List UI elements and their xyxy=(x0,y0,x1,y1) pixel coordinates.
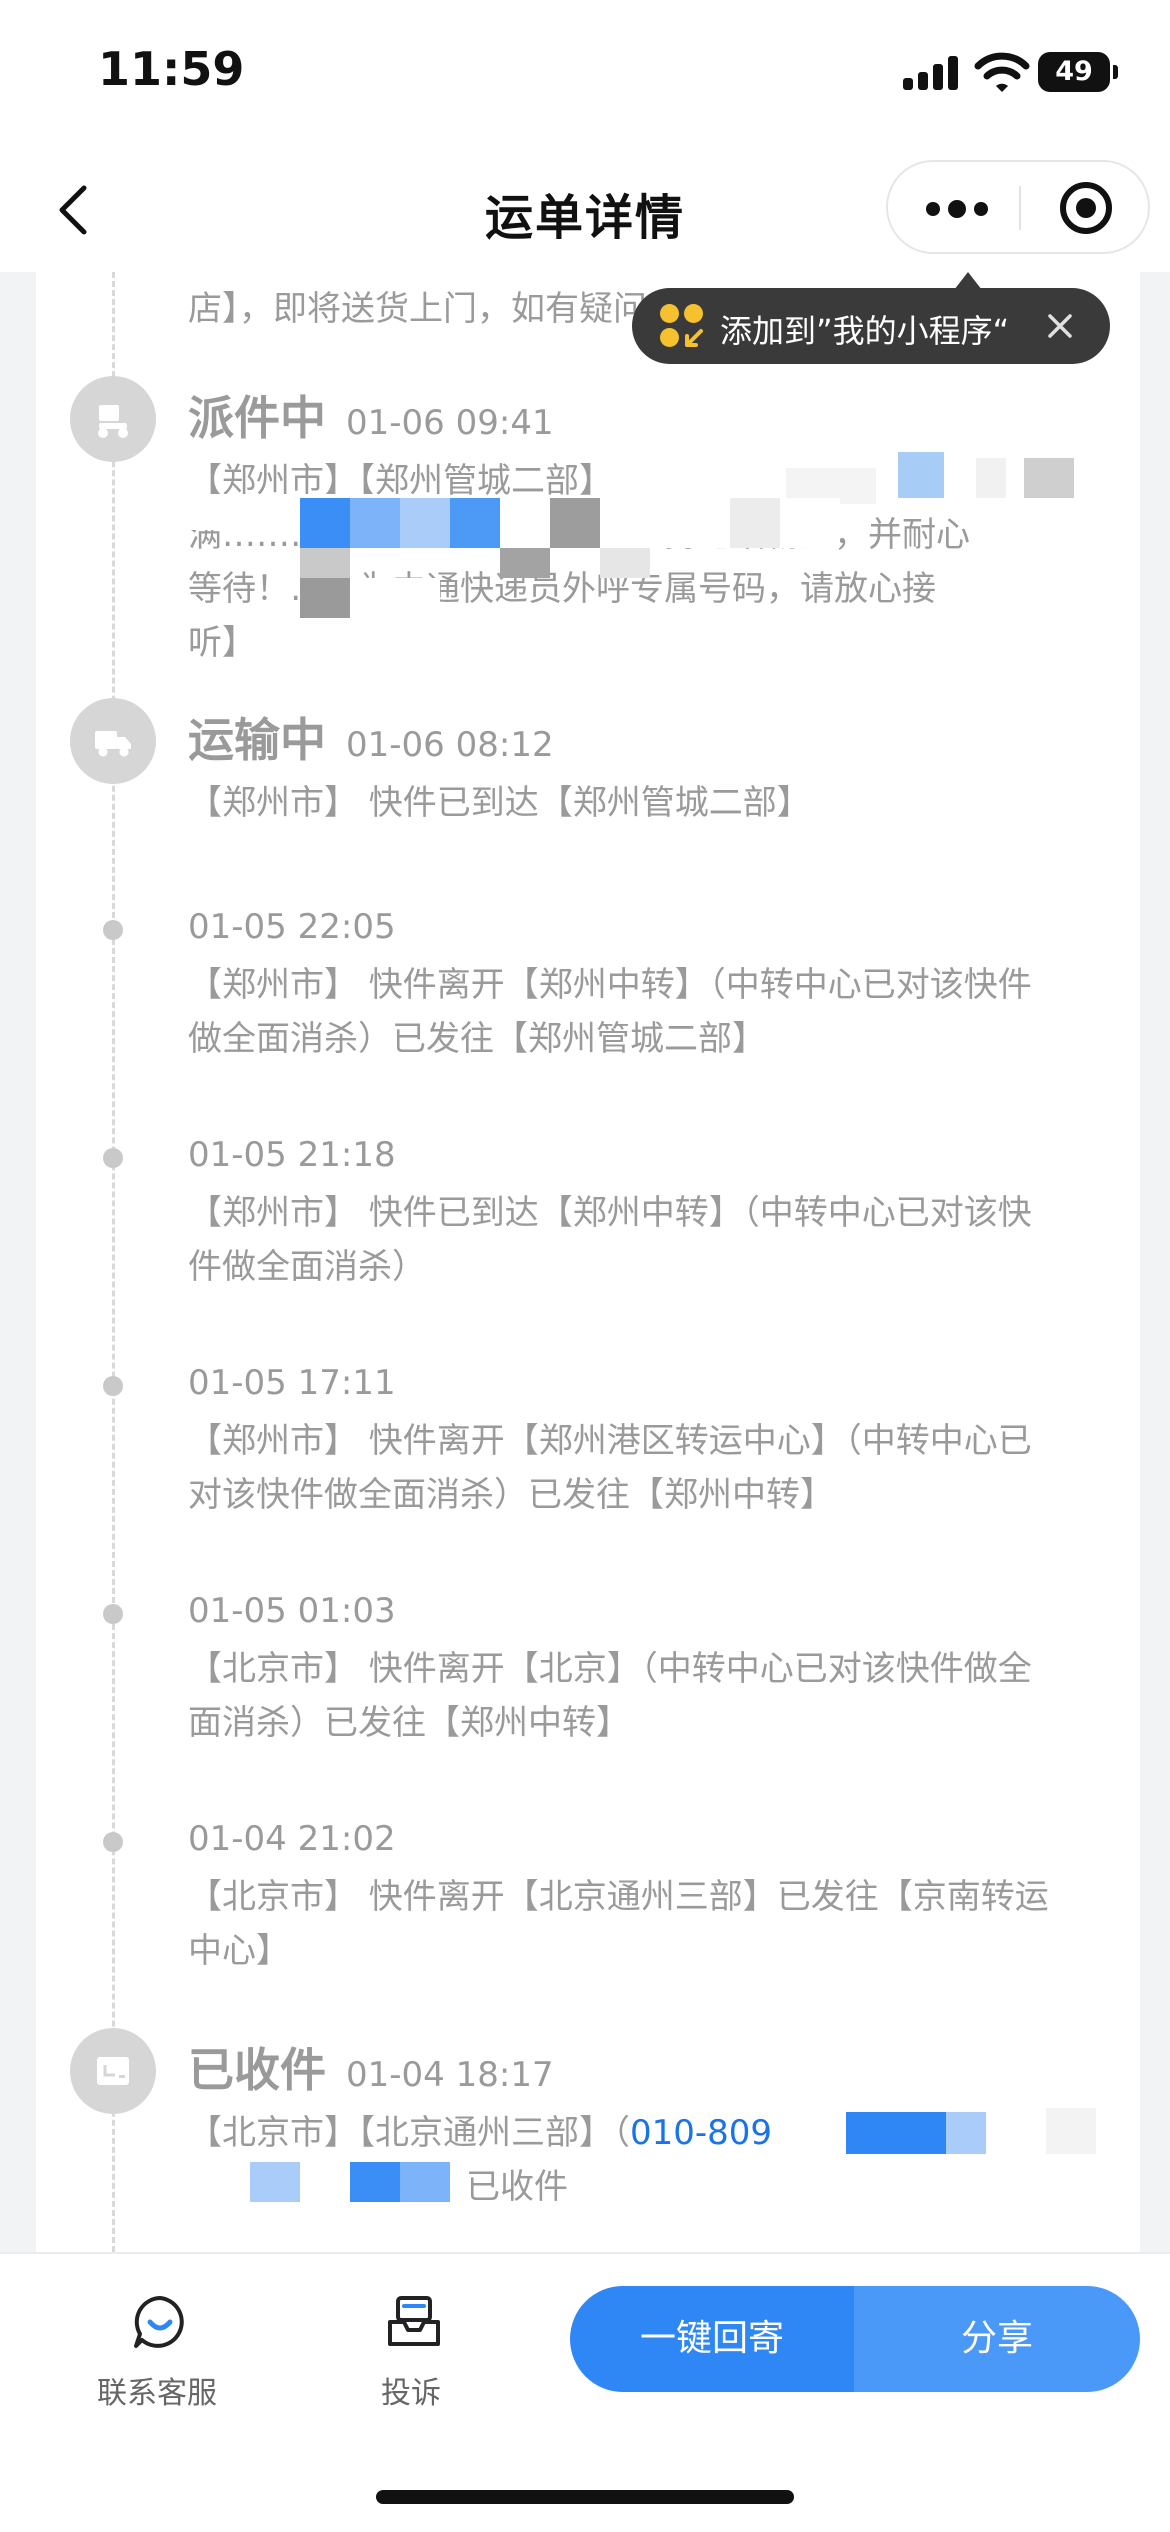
more-dots-icon[interactable] xyxy=(888,162,1020,252)
delivery-scooter-icon xyxy=(70,376,156,462)
parcel-received-icon xyxy=(70,2028,156,2114)
node-status: 已收件 xyxy=(188,2043,326,2097)
cellular-signal-icon xyxy=(903,56,959,90)
redaction-block xyxy=(300,498,350,548)
redaction-block xyxy=(976,458,1006,498)
node-status: 派件中 xyxy=(188,391,326,445)
redaction-block xyxy=(350,498,400,548)
redaction-block xyxy=(780,498,840,548)
redaction-block xyxy=(250,2162,300,2202)
timeline-node-transit: 运输中 01-06 08:12 【郑州市】 快件已到达【郑州管城二部】 xyxy=(188,704,1128,830)
timeline-dot xyxy=(103,1376,123,1396)
close-mini-program-icon[interactable] xyxy=(1020,162,1152,252)
mini-program-icon xyxy=(660,304,704,348)
tooltip-text: 添加到”我的小程序“ xyxy=(720,312,1010,350)
timeline-event: 01-05 22:05 【郑州市】 快件离开【郑州中转】（中转中心已对该快件 做… xyxy=(188,907,1032,1059)
tracking-card: 店】，即将送货上门，如有疑问请联系（17303861038） 派件中 01-06… xyxy=(36,272,1140,2252)
timeline-event: 01-05 21:18 【郑州市】 快件已到达【郑州中转】（中转中心已对该快 件… xyxy=(188,1135,1032,1287)
redaction-block xyxy=(450,498,500,548)
complaint-button[interactable]: 投诉 xyxy=(336,2284,486,2411)
redaction-block xyxy=(946,2112,986,2154)
redaction-block xyxy=(400,2162,450,2202)
redaction-block xyxy=(350,2162,400,2202)
node-detail: 【郑州市】 快件已到达【郑州管城二部】 xyxy=(188,783,811,823)
wifi-icon xyxy=(974,52,1030,92)
primary-button-group: 一键回寄 分享 xyxy=(570,2286,1140,2392)
chat-bubble-icon xyxy=(134,2296,184,2348)
redaction-block xyxy=(400,498,450,548)
node-time: 01-06 08:12 xyxy=(346,725,554,765)
timeline-event: 01-05 17:11 【郑州市】 快件离开【郑州港区转运中心】（中转中心已 对… xyxy=(188,1363,1032,1515)
customer-service-label: 联系客服 xyxy=(97,2376,217,2411)
battery-icon: 49 xyxy=(1038,52,1118,92)
redaction-block xyxy=(1024,458,1074,498)
redaction-block xyxy=(600,498,730,548)
screen: 11:59 49 运单详情 店】，即将送货上门，如有疑问请联系（ 派件中 01-… xyxy=(0,0,1170,2532)
status-time: 11:59 xyxy=(98,42,245,96)
timeline-dot xyxy=(103,1604,123,1624)
add-to-my-mini-programs-tooltip[interactable]: 添加到”我的小程序“ xyxy=(632,288,1110,364)
home-indicator xyxy=(376,2490,794,2504)
phone-link[interactable]: 010-809 xyxy=(630,2113,772,2153)
redaction-block xyxy=(600,548,650,578)
redaction-block xyxy=(1046,2108,1096,2154)
node-time: 01-04 18:17 xyxy=(346,2055,554,2095)
share-button[interactable]: 分享 xyxy=(854,2286,1140,2392)
one-click-return-button[interactable]: 一键回寄 xyxy=(570,2286,854,2392)
close-icon[interactable] xyxy=(1040,306,1080,346)
status-bar: 11:59 49 xyxy=(0,0,1170,150)
redaction-block xyxy=(350,578,440,618)
redaction-block xyxy=(846,2112,946,2154)
timeline-dot xyxy=(103,1832,123,1852)
redaction-block xyxy=(500,498,550,548)
timeline-event: 01-04 21:02 【北京市】 快件离开【北京通州三部】已发往【京南转运 中… xyxy=(188,1819,1049,1971)
timeline-dot xyxy=(103,1148,123,1168)
nav-bar: 运单详情 xyxy=(0,150,1170,272)
truck-icon xyxy=(70,698,156,784)
complaint-label: 投诉 xyxy=(381,2376,441,2411)
timeline-event: 01-05 01:03 【北京市】 快件离开【北京】（中转中心已对该快件做全 面… xyxy=(188,1591,1032,1743)
redaction-block xyxy=(500,548,550,578)
redaction-block xyxy=(300,548,350,578)
mini-program-capsule xyxy=(886,160,1150,254)
node-time: 01-06 09:41 xyxy=(346,403,554,443)
redaction-block xyxy=(730,498,780,548)
redaction-block xyxy=(550,498,600,548)
redaction-block xyxy=(596,452,656,492)
node-status: 运输中 xyxy=(188,713,326,767)
redaction-block xyxy=(300,2162,350,2202)
timeline-line xyxy=(112,272,115,2252)
redaction-block xyxy=(300,578,350,618)
timeline-dot xyxy=(103,920,123,940)
complaint-tray-icon xyxy=(388,2296,440,2346)
redaction-block xyxy=(898,452,944,498)
customer-service-button[interactable]: 联系客服 xyxy=(82,2284,232,2411)
